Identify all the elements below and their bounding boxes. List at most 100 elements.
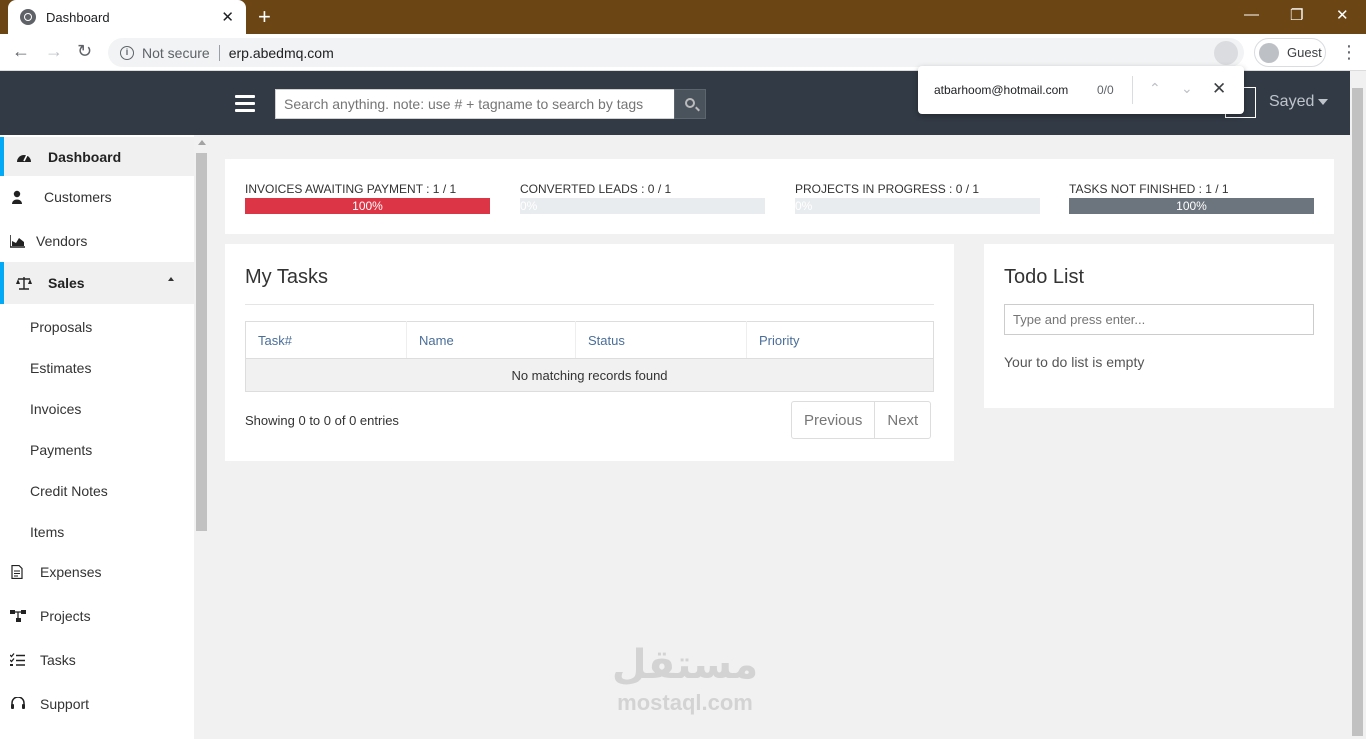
- reload-icon[interactable]: ↻: [77, 41, 92, 61]
- hamburger-menu-icon[interactable]: [235, 95, 255, 116]
- forward-arrow-icon[interactable]: →: [45, 41, 63, 61]
- close-find-icon[interactable]: ✕: [1212, 79, 1226, 99]
- sidebar-subitem-items[interactable]: Items: [30, 524, 64, 540]
- sitemap-icon: [10, 609, 26, 623]
- stats-panel: INVOICES AWAITING PAYMENT : 1 / 1 100% C…: [225, 159, 1334, 234]
- page-scrollbar[interactable]: [1350, 71, 1366, 739]
- divider: [218, 44, 220, 61]
- progress-bar: 0%: [520, 198, 765, 214]
- sidebar-subitem-estimates[interactable]: Estimates: [30, 360, 91, 376]
- sidebar-item-label: Expenses: [40, 564, 102, 580]
- pagination: Previous Next: [791, 401, 932, 439]
- stat-tasks-not-finished: TASKS NOT FINISHED : 1 / 1 100%: [1069, 182, 1314, 214]
- previous-match-icon[interactable]: ⌃: [1149, 80, 1161, 97]
- watermark-logo: مستقل mostaql.com: [600, 640, 770, 716]
- page-scrollbar-thumb[interactable]: [1352, 88, 1363, 736]
- stat-label: PROJECTS IN PROGRESS : 0 / 1: [795, 182, 980, 196]
- my-tasks-title: My Tasks: [245, 266, 328, 288]
- search-input[interactable]: [275, 89, 675, 119]
- user-name: Sayed: [1269, 93, 1315, 110]
- balance-scale-icon: [16, 276, 32, 290]
- progress-bar: 100%: [245, 198, 490, 214]
- caret-up-icon[interactable]: [168, 277, 174, 281]
- sidebar-subitem-proposals[interactable]: Proposals: [30, 319, 92, 335]
- stat-converted-leads: CONVERTED LEADS : 0 / 1 0%: [520, 182, 765, 214]
- sidebar-item-label: Customers: [44, 189, 112, 205]
- progress-percent: 0%: [520, 199, 538, 213]
- column-header-status[interactable]: Status: [575, 321, 747, 359]
- window-close-icon[interactable]: ✕: [1336, 6, 1349, 24]
- table-header-row: Task# Name Status Priority: [245, 321, 934, 359]
- todo-empty-message: Your to do list is empty: [1004, 354, 1145, 370]
- browser-menu-icon[interactable]: ⋮: [1340, 42, 1358, 63]
- sidebar-item-support[interactable]: Support: [0, 684, 194, 724]
- back-arrow-icon[interactable]: ←: [12, 41, 30, 61]
- sidebar: Dashboard Customers Vendors Sales Propos…: [0, 135, 210, 739]
- sidebar-item-customers[interactable]: Customers: [0, 177, 194, 217]
- restore-icon[interactable]: ❐: [1290, 6, 1303, 24]
- globe-icon: [20, 9, 36, 25]
- sidebar-item-tasks[interactable]: Tasks: [0, 640, 194, 680]
- close-tab-icon[interactable]: ✕: [221, 8, 234, 26]
- minimize-icon[interactable]: —: [1244, 6, 1259, 23]
- sidebar-item-label: Dashboard: [48, 148, 122, 165]
- sidebar-item-projects[interactable]: Projects: [0, 596, 194, 636]
- sidebar-item-label: Tasks: [40, 652, 76, 668]
- not-secure-label: Not secure: [142, 44, 210, 61]
- search-icon: [685, 98, 695, 108]
- column-header-name[interactable]: Name: [406, 321, 576, 359]
- user-menu[interactable]: Sayed: [1269, 93, 1329, 111]
- sidebar-item-sales[interactable]: Sales: [0, 262, 194, 304]
- url-text[interactable]: erp.abedmq.com: [229, 45, 334, 61]
- scroll-up-arrow-icon[interactable]: [198, 140, 206, 145]
- column-header-priority[interactable]: Priority: [746, 321, 934, 359]
- progress-bar: 0%: [795, 198, 1040, 214]
- watermark-arabic: مستقل: [611, 643, 759, 687]
- sidebar-item-dashboard[interactable]: Dashboard: [0, 137, 194, 176]
- search-button[interactable]: [674, 89, 706, 119]
- sidebar-item-label: Vendors: [36, 233, 88, 249]
- find-bar: atbarhoom@hotmail.com 0/0 ⌃ ⌄ ✕: [918, 66, 1244, 114]
- file-text-icon: [10, 564, 26, 580]
- divider: [1132, 76, 1133, 104]
- info-icon[interactable]: i: [120, 45, 134, 60]
- column-header-task-number[interactable]: Task#: [245, 321, 407, 359]
- progress-bar: 100%: [1069, 198, 1314, 214]
- todo-input[interactable]: [1004, 304, 1314, 335]
- previous-page-button[interactable]: Previous: [792, 402, 874, 438]
- browser-tab-strip: Dashboard ✕ + — ❐ ✕: [0, 0, 1366, 34]
- browser-tab[interactable]: Dashboard ✕: [8, 0, 246, 34]
- sidebar-subitem-payments[interactable]: Payments: [30, 442, 92, 458]
- sidebar-subitem-credit-notes[interactable]: Credit Notes: [30, 483, 108, 499]
- url-box[interactable]: i Not secure erp.abedmq.com: [108, 38, 1244, 67]
- progress-percent: 100%: [1176, 199, 1207, 213]
- find-count: 0/0: [1097, 83, 1114, 97]
- todo-title: Todo List: [1004, 266, 1085, 288]
- profile-button[interactable]: Guest: [1254, 38, 1326, 67]
- my-tasks-panel: My Tasks Task# Name Status Priority No m…: [225, 244, 954, 461]
- sidebar-scrollbar-thumb[interactable]: [196, 153, 207, 531]
- next-page-button[interactable]: Next: [874, 402, 930, 438]
- sidebar-subitem-invoices[interactable]: Invoices: [30, 401, 81, 417]
- table-row: No matching records found: [245, 358, 934, 392]
- sidebar-item-expenses[interactable]: Expenses: [0, 552, 194, 592]
- sidebar-item-label: Support: [40, 696, 90, 712]
- find-in-page-icon[interactable]: [1214, 41, 1238, 65]
- progress-percent: 0%: [795, 199, 813, 213]
- new-tab-button[interactable]: +: [258, 5, 271, 29]
- empty-table-message: No matching records found: [245, 358, 934, 392]
- tab-title: Dashboard: [46, 9, 110, 25]
- sidebar-item-label: Sales: [48, 275, 85, 291]
- sidebar-item-vendors[interactable]: Vendors: [0, 221, 194, 261]
- next-match-icon[interactable]: ⌄: [1181, 80, 1193, 97]
- stat-label: CONVERTED LEADS : 0 / 1: [520, 182, 672, 196]
- find-query[interactable]: atbarhoom@hotmail.com: [934, 83, 1068, 97]
- entries-info: Showing 0 to 0 of 0 entries: [245, 413, 399, 428]
- tasks-table: Task# Name Status Priority No matching r…: [245, 321, 934, 392]
- avatar-icon: [1259, 42, 1279, 63]
- user-icon: [12, 190, 28, 204]
- dashboard-gauge-icon: [16, 150, 32, 164]
- area-chart-icon: [9, 234, 26, 248]
- watermark-latin: mostaql.com: [617, 690, 753, 715]
- sidebar-item-label: Projects: [40, 608, 91, 624]
